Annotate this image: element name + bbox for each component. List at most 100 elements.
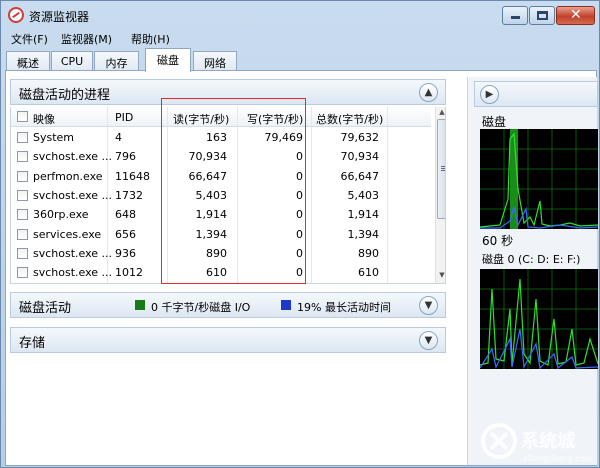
grip-line	[441, 168, 445, 169]
tab-network[interactable]: 网络	[193, 51, 237, 71]
column-write[interactable]: 写(字节/秒)	[247, 111, 303, 127]
maximize-button[interactable]	[529, 6, 555, 25]
disk-graph-label: 磁盘	[482, 115, 507, 129]
column-pid[interactable]: PID	[115, 111, 133, 124]
scrollbar-thumb[interactable]	[437, 119, 445, 219]
expand-chevron-down-icon[interactable]: ▼	[419, 331, 438, 350]
cell-total: 610	[358, 266, 379, 280]
io-legend-swatch	[135, 300, 145, 310]
expand-chevron-down-icon[interactable]: ▼	[419, 296, 438, 315]
cell-image: perfmon.exe	[33, 169, 103, 183]
process-table-scrollbar[interactable]: ▲ ▼	[435, 107, 445, 283]
column-total[interactable]: 总数(字节/秒)	[316, 111, 383, 127]
column-image[interactable]: 映像	[33, 111, 55, 127]
table-row[interactable]: svchost.exe ... 796 70,934 0 70,934	[11, 147, 431, 166]
tab-memory[interactable]: 内存	[94, 51, 139, 71]
active-time-text: 19% 最长活动时间	[297, 301, 391, 314]
cell-pid: 4	[115, 131, 122, 144]
row-checkbox[interactable]	[17, 228, 28, 240]
table-row[interactable]: svchost.exe ... 1732 5,403 0 5,403	[11, 186, 431, 205]
table-row[interactable]: perfmon.exe 11648 66,647 0 66,647	[11, 167, 431, 186]
cell-read: 1,914	[195, 208, 228, 222]
cell-write: 0	[296, 246, 303, 260]
table-row[interactable]: 360rp.exe 648 1,914 0 1,914	[11, 205, 431, 224]
disk0-graph-label: 磁盘 0 (C: D: E: F:)	[482, 253, 581, 266]
cell-image: 360rp.exe	[33, 208, 89, 222]
cell-read: 610	[206, 266, 227, 280]
cell-image: svchost.exe ...	[33, 150, 113, 164]
resource-monitor-icon	[8, 7, 24, 23]
disk-graph	[480, 129, 598, 229]
cell-image: svchost.exe ...	[33, 246, 113, 260]
storage-panel-header[interactable]: 存储 ▼	[10, 327, 446, 353]
row-checkbox[interactable]	[17, 247, 28, 259]
menu-monitor[interactable]: 监视器(M)	[61, 31, 112, 47]
menu-help[interactable]: 帮助(H)	[131, 31, 170, 47]
table-row[interactable]: svchost.exe ... 1012 610 0 610	[11, 263, 431, 282]
chevron-right-icon[interactable]: ▶	[480, 85, 499, 104]
disk-activity-panel-header[interactable]: 磁盘活动 0 千字节/秒磁盘 I/O 19% 最长活动时间 ▼	[10, 292, 446, 318]
cell-pid: 1012	[115, 266, 143, 280]
cell-write: 0	[296, 266, 303, 280]
cell-total: 1,914	[347, 208, 380, 222]
cell-write: 0	[296, 208, 303, 222]
minimize-button[interactable]	[502, 6, 528, 25]
grip-line	[441, 170, 445, 171]
cell-pid: 796	[115, 150, 136, 164]
table-row[interactable]: System 4 163 79,469 79,632	[11, 128, 431, 147]
cell-write: 0	[296, 150, 303, 164]
processes-panel-title: 磁盘活动的进程	[19, 88, 111, 103]
disk-graph-plot	[480, 129, 598, 229]
cell-image: svchost.exe ...	[33, 266, 113, 280]
minimize-icon	[511, 16, 520, 19]
disk-activity-title: 磁盘活动	[19, 301, 72, 316]
cell-total: 1,394	[347, 227, 380, 241]
cell-read: 5,403	[195, 188, 228, 202]
resource-monitor-window: 资源监视器 ✕ 文件(F) 监视器(M) 帮助(H) 概述 CPU 内存 磁盘 …	[0, 0, 600, 468]
close-button[interactable]: ✕	[556, 6, 595, 25]
row-checkbox[interactable]	[17, 151, 28, 163]
column-read[interactable]: 读(字节/秒)	[173, 111, 229, 127]
menu-file[interactable]: 文件(F)	[11, 31, 48, 47]
row-checkbox[interactable]	[17, 267, 28, 279]
window-title: 资源监视器	[29, 10, 90, 24]
select-all-checkbox[interactable]	[17, 111, 28, 122]
tab-strip: 概述 CPU 内存 磁盘 网络	[1, 47, 599, 72]
scroll-up-icon[interactable]: ▲	[437, 108, 445, 118]
cell-image: services.exe	[33, 227, 102, 241]
cell-read: 163	[206, 131, 227, 144]
table-row[interactable]: svchost.exe ... 936 890 0 890	[11, 244, 431, 263]
time-span-label: 60 秒	[482, 234, 514, 248]
maximize-icon	[537, 11, 548, 20]
cell-image: svchost.exe ...	[33, 188, 113, 202]
graph-pane-header: ▶	[474, 81, 598, 107]
disk-io-text: 0 千字节/秒磁盘 I/O	[151, 301, 251, 314]
cell-total: 5,403	[347, 188, 380, 202]
cell-total: 79,632	[340, 131, 380, 144]
cell-read: 890	[206, 246, 227, 260]
cell-read: 1,394	[195, 227, 228, 241]
tab-overview[interactable]: 概述	[6, 51, 50, 71]
disk0-graph	[480, 269, 598, 369]
cell-write: 79,469	[264, 131, 304, 144]
watermark-logo: 系统城 xitongcheng.com	[479, 415, 599, 467]
close-icon: ✕	[570, 7, 582, 23]
processes-panel-header[interactable]: 磁盘活动的进程 ▲	[10, 79, 446, 105]
grip-line	[441, 166, 445, 167]
cell-pid: 11648	[115, 169, 150, 183]
cell-pid: 1732	[115, 188, 143, 202]
row-checkbox[interactable]	[17, 170, 28, 182]
cell-pid: 656	[115, 227, 136, 241]
table-row[interactable]: services.exe 656 1,394 0 1,394	[11, 225, 431, 244]
scroll-down-icon[interactable]: ▼	[437, 271, 445, 281]
title-bar[interactable]: 资源监视器 ✕	[1, 1, 599, 29]
cell-write: 0	[296, 188, 303, 202]
collapse-chevron-up-icon[interactable]: ▲	[419, 83, 438, 102]
active-time-legend-swatch	[281, 300, 291, 310]
row-checkbox[interactable]	[17, 132, 28, 143]
row-checkbox[interactable]	[17, 189, 28, 201]
cell-pid: 648	[115, 208, 136, 222]
row-checkbox[interactable]	[17, 209, 28, 221]
tab-cpu[interactable]: CPU	[51, 51, 93, 71]
tab-disk[interactable]: 磁盘	[145, 48, 191, 72]
